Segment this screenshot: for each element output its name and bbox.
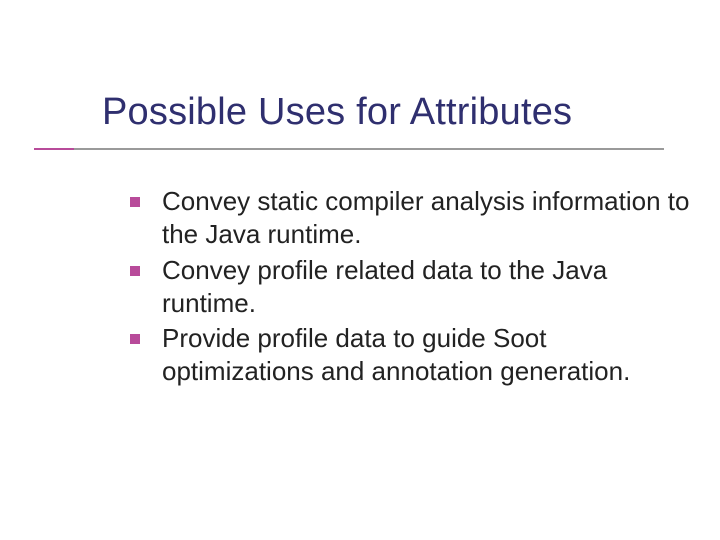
list-item: Convey static compiler analysis informat… [130,185,690,252]
title-wrap: Possible Uses for Attributes [102,92,690,134]
square-bullet-icon [130,266,140,276]
square-bullet-icon [130,334,140,344]
slide-title: Possible Uses for Attributes [102,92,690,134]
list-item: Convey profile related data to the Java … [130,254,690,321]
list-item: Provide profile data to guide Soot optim… [130,322,690,389]
bullet-text: Provide profile data to guide Soot optim… [162,322,690,389]
title-underline-accent [34,148,74,150]
bullet-text: Convey static compiler analysis informat… [162,185,690,252]
title-underline [34,148,664,150]
slide-body: Convey static compiler analysis informat… [130,185,690,391]
slide: Possible Uses for Attributes Convey stat… [0,0,720,540]
bullet-text: Convey profile related data to the Java … [162,254,690,321]
square-bullet-icon [130,197,140,207]
